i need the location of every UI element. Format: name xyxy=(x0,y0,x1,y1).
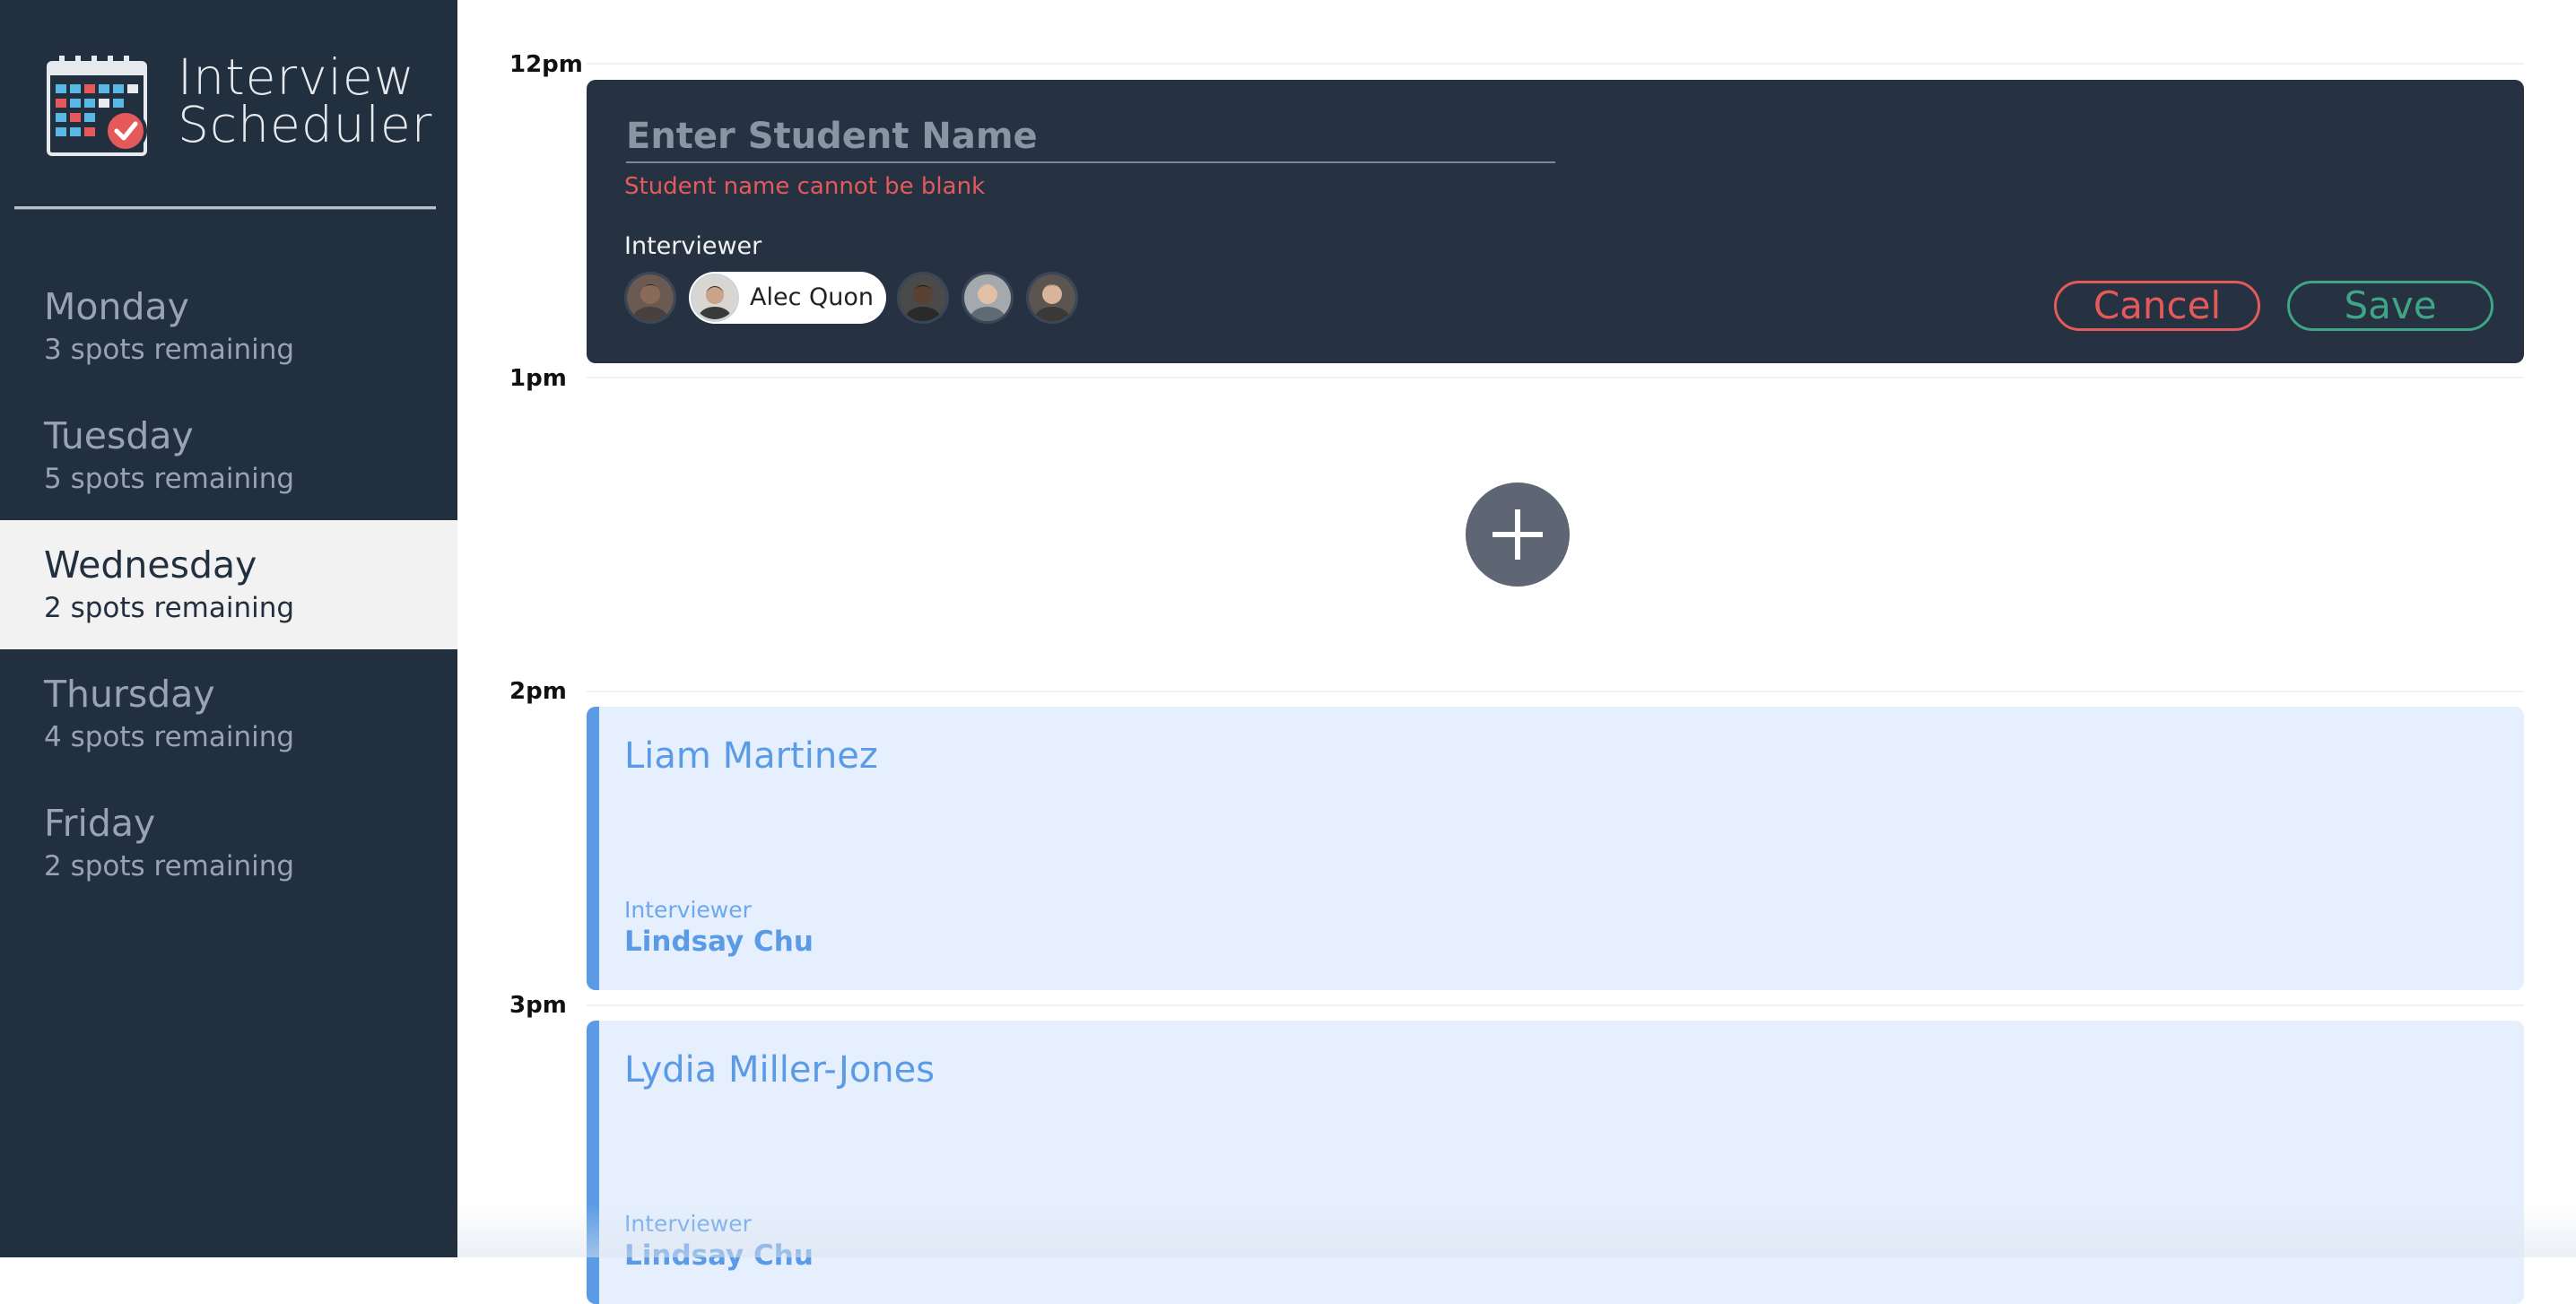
interviewer-avatar[interactable] xyxy=(1026,272,1078,324)
student-name: Lydia Miller-Jones xyxy=(624,1049,936,1091)
appointment-form: Student name cannot be blank Interviewer… xyxy=(587,80,2524,363)
selected-interviewer-chip[interactable]: Alec Quon xyxy=(689,272,886,324)
day-item-wednesday[interactable]: Wednesday 2 spots remaining xyxy=(0,520,457,649)
day-list: Monday 3 spots remaining Tuesday 5 spots… xyxy=(0,262,457,908)
day-spots: 4 spots remaining xyxy=(44,721,295,753)
interviewer-avatar[interactable] xyxy=(962,272,1014,324)
cancel-button[interactable]: Cancel xyxy=(2054,281,2260,331)
day-spots: 5 spots remaining xyxy=(44,463,295,495)
slot-divider xyxy=(587,377,2524,378)
day-name: Thursday xyxy=(44,673,215,716)
add-appointment-button[interactable] xyxy=(1466,482,1570,587)
day-item-thursday[interactable]: Thursday 4 spots remaining xyxy=(0,649,457,778)
day-spots: 2 spots remaining xyxy=(44,592,295,624)
appointment-accent xyxy=(587,1021,599,1304)
day-name: Monday xyxy=(44,285,189,328)
selected-interviewer-name: Alec Quon xyxy=(750,283,875,311)
day-item-monday[interactable]: Monday 3 spots remaining xyxy=(0,262,457,391)
student-name-input[interactable] xyxy=(626,111,1555,163)
interviewer-label: Interviewer xyxy=(624,1211,752,1237)
time-label: 3pm xyxy=(509,992,567,1019)
app-title-line1: Interview xyxy=(178,48,415,106)
interviewer-label: Interviewer xyxy=(624,897,752,923)
appointment-accent xyxy=(587,707,599,990)
sidebar-divider xyxy=(14,206,436,210)
plus-icon xyxy=(1493,509,1543,560)
day-item-friday[interactable]: Friday 2 spots remaining xyxy=(0,778,457,908)
interviewer-name: Lindsay Chu xyxy=(624,926,814,958)
slot-divider xyxy=(587,1004,2524,1006)
time-label: 2pm xyxy=(509,678,567,705)
interviewer-heading: Interviewer xyxy=(624,232,762,260)
sidebar: Interview Scheduler Monday 3 spots remai… xyxy=(0,0,457,1257)
interviewer-avatar xyxy=(691,274,739,322)
appointment-card[interactable]: Lydia Miller-Jones Interviewer Lindsay C… xyxy=(587,1021,2524,1304)
day-name: Tuesday xyxy=(44,414,194,457)
day-spots: 3 spots remaining xyxy=(44,334,295,366)
app-title: Interview Scheduler xyxy=(178,48,433,153)
time-label: 12pm xyxy=(509,51,583,78)
schedule: 12pm Student name cannot be blank Interv… xyxy=(457,0,2576,1304)
interviewer-avatar[interactable] xyxy=(897,272,949,324)
day-spots: 2 spots remaining xyxy=(44,850,295,882)
app-title-line2: Scheduler xyxy=(178,96,433,153)
calendar-check-icon xyxy=(45,54,152,158)
day-name: Wednesday xyxy=(44,543,257,587)
appointment-card[interactable]: Liam Martinez Interviewer Lindsay Chu xyxy=(587,707,2524,990)
student-name: Liam Martinez xyxy=(624,735,878,777)
day-item-tuesday[interactable]: Tuesday 5 spots remaining xyxy=(0,391,457,520)
validation-error: Student name cannot be blank xyxy=(624,173,986,200)
day-name: Friday xyxy=(44,802,156,845)
save-button[interactable]: Save xyxy=(2287,281,2493,331)
interviewer-avatar[interactable] xyxy=(624,272,676,324)
slot-divider xyxy=(587,63,2524,65)
time-label: 1pm xyxy=(509,365,567,392)
slot-divider xyxy=(587,691,2524,692)
interviewer-name: Lindsay Chu xyxy=(624,1239,814,1272)
